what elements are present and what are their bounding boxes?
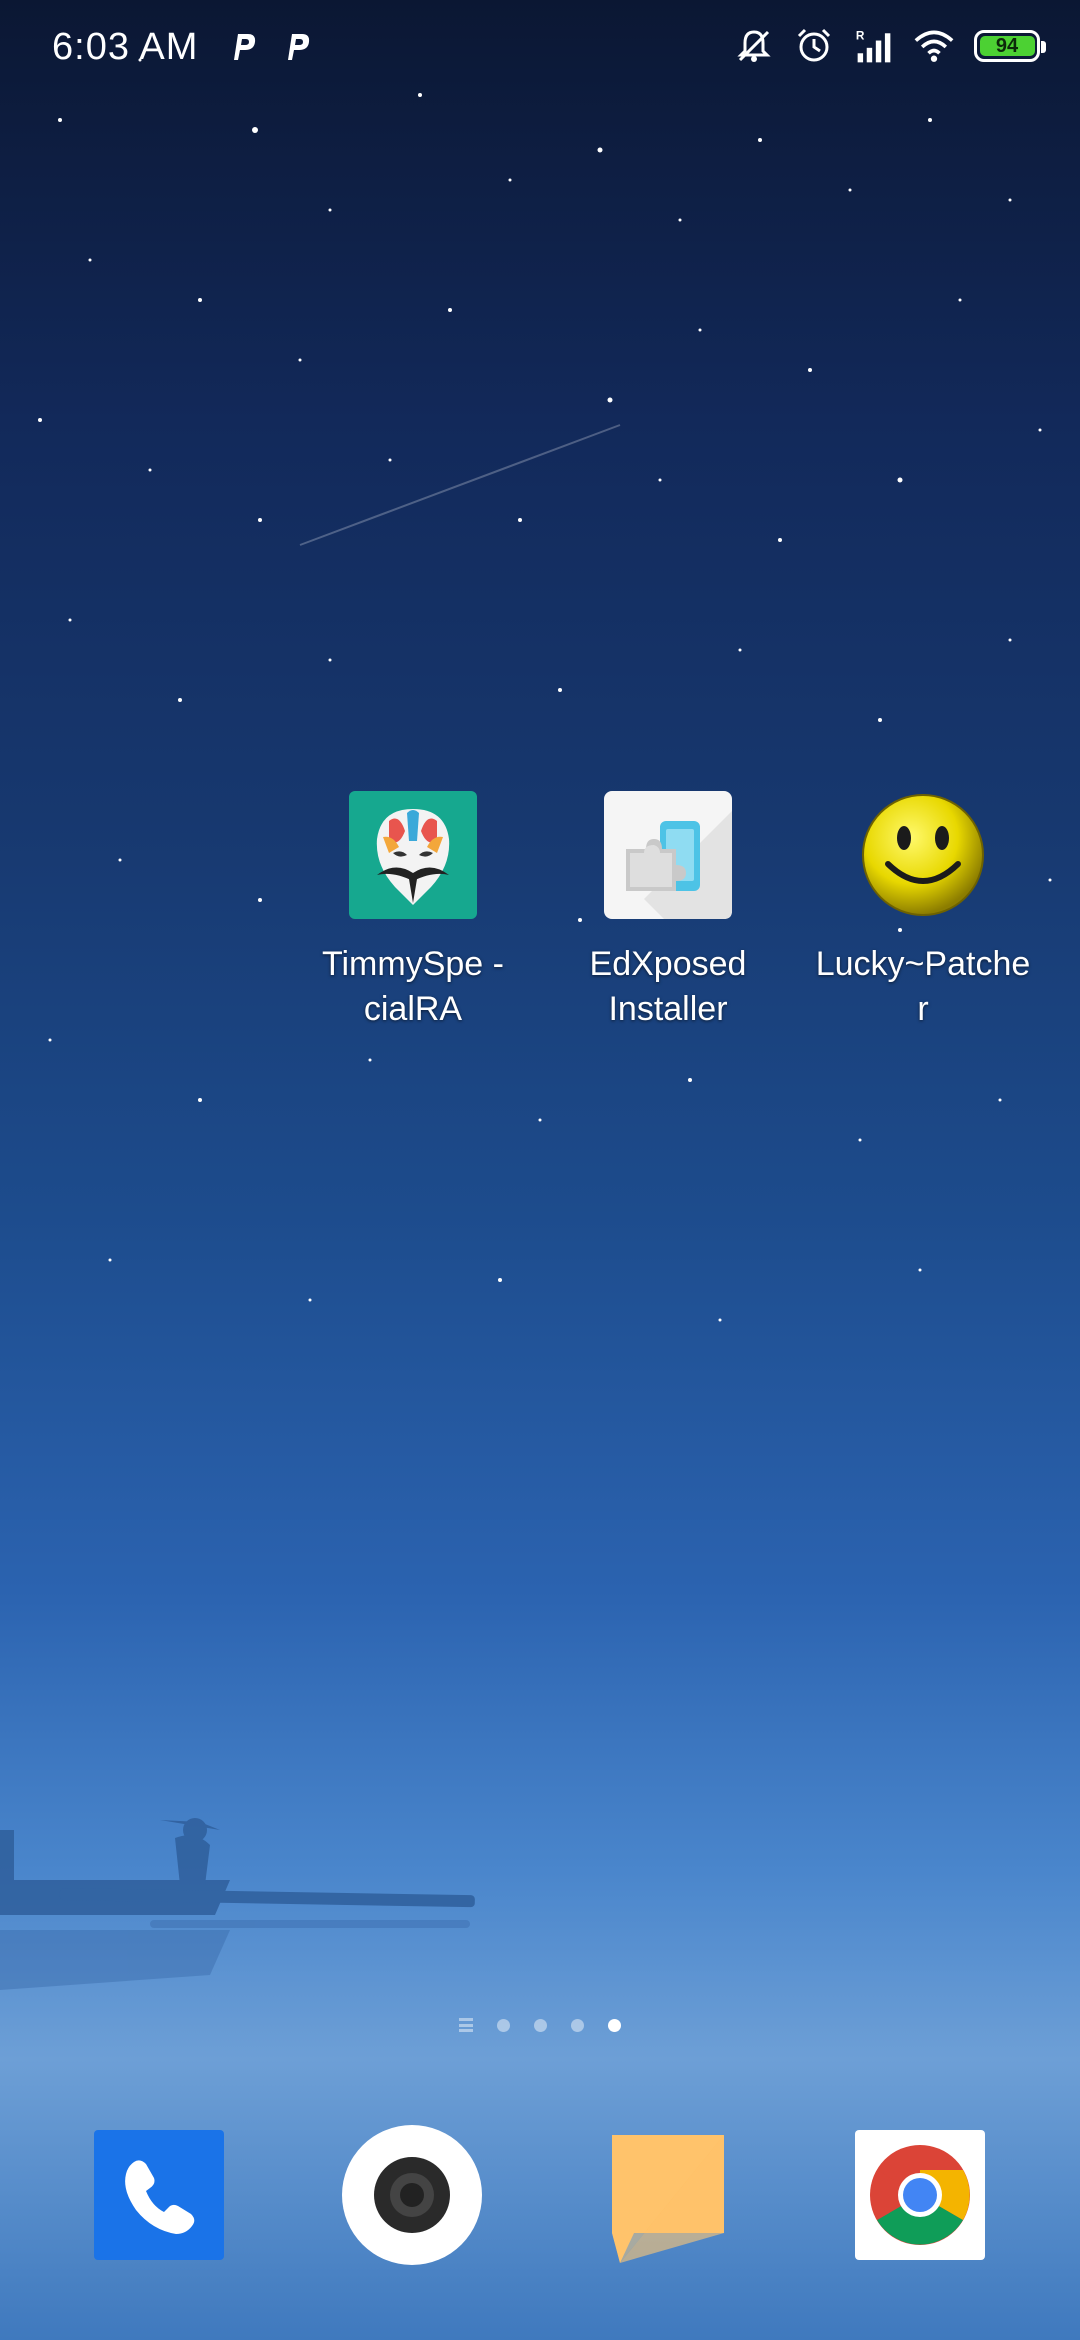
battery-icon: 94 xyxy=(974,30,1046,62)
app-label: EdXposed Installer xyxy=(589,945,747,1028)
wifi-icon xyxy=(914,30,954,62)
signal-roaming-icon: R xyxy=(856,29,891,63)
dock-messages[interactable] xyxy=(592,2120,742,2270)
page-dot[interactable] xyxy=(497,2018,510,2032)
dock xyxy=(0,2120,1080,2270)
p-icon xyxy=(288,34,310,60)
mute-bell-icon xyxy=(737,30,771,62)
app-edxposed-installer[interactable]: EdXposed Installer xyxy=(548,790,788,1032)
app-lucky-patcher[interactable]: Lucky~Patche r xyxy=(803,790,1043,1032)
app-timmyspecialra[interactable]: TimmySpe - cialRA xyxy=(293,790,533,1032)
dock-phone[interactable] xyxy=(84,2120,234,2270)
puzzle-icon xyxy=(603,790,733,920)
phone-icon xyxy=(94,2130,224,2260)
app-label: Lucky~Patche r xyxy=(815,945,1031,1028)
battery-level: 94 xyxy=(995,34,1019,57)
message-icon xyxy=(612,2135,724,2263)
page-dot-active[interactable] xyxy=(608,2018,621,2032)
status-bar: 6:03 AM R 94 xyxy=(0,0,1080,96)
page-dot[interactable] xyxy=(534,2018,547,2032)
status-time: 6:03 AM xyxy=(52,26,199,68)
alarm-icon xyxy=(797,28,831,62)
notification-icons xyxy=(226,30,314,64)
svg-text:R: R xyxy=(856,29,865,43)
page-dot[interactable] xyxy=(571,2018,584,2032)
page-indicator[interactable] xyxy=(0,2018,1080,2032)
app-label: TimmySpe - cialRA xyxy=(322,945,504,1028)
dock-chrome[interactable] xyxy=(845,2120,995,2270)
status-icons: R 94 xyxy=(734,26,1046,66)
dock-camera[interactable] xyxy=(337,2120,487,2270)
magisk-mask-icon xyxy=(348,790,478,920)
feed-page-icon[interactable] xyxy=(459,2018,473,2032)
smiley-icon xyxy=(858,790,988,920)
chrome-icon xyxy=(855,2130,985,2260)
p-icon xyxy=(234,34,256,60)
wallpaper xyxy=(0,58,1052,1990)
camera-icon xyxy=(342,2125,482,2265)
